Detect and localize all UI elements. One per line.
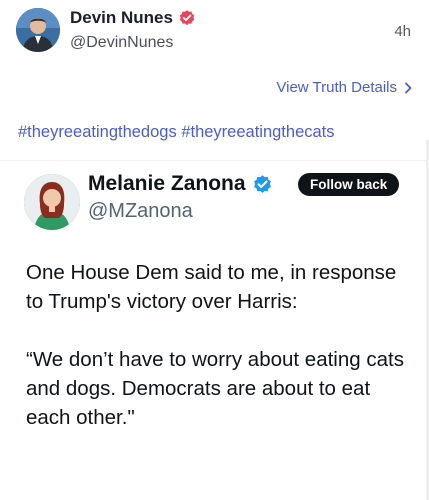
verified-badge-icon [179, 10, 195, 26]
view-truth-details-link[interactable]: View Truth Details [276, 79, 413, 96]
avatar[interactable] [16, 8, 60, 52]
hashtag-link[interactable]: #theyreeatingthedogs [18, 123, 177, 141]
chevron-right-icon [405, 82, 412, 93]
embed-avatar-image [24, 174, 80, 230]
post-timestamp: 4h [394, 23, 411, 40]
post-header: Devin Nunes @DevinNunes 4h [0, 0, 429, 60]
embed-paragraph: “We don’t have to worry about eating cat… [26, 348, 404, 429]
follow-back-button[interactable]: Follow back [298, 173, 400, 196]
embed-author-name-row: Melanie Zanona [88, 172, 273, 196]
embed-paragraph: One House Dem said to me, in response to… [26, 261, 397, 313]
divider [0, 160, 429, 161]
embed-avatar[interactable] [24, 174, 80, 230]
author-name[interactable]: Devin Nunes [70, 8, 173, 28]
embed-author-name[interactable]: Melanie Zanona [88, 172, 246, 196]
view-truth-details-label: View Truth Details [276, 79, 397, 96]
embedded-post: Melanie Zanona Follow back @MZanona One … [0, 160, 429, 500]
hashtag-list: #theyreeatingthedogs #theyreeatingthecat… [18, 123, 335, 142]
embed-author-handle[interactable]: @MZanona [88, 200, 193, 223]
author-handle[interactable]: @DevinNunes [70, 34, 173, 52]
avatar-image [16, 8, 60, 52]
embed-post-text: One House Dem said to me, in response to… [26, 258, 416, 461]
hashtag-link[interactable]: #theyreeatingthecats [181, 123, 334, 141]
author-name-row: Devin Nunes [70, 8, 196, 28]
verified-badge-icon [253, 174, 271, 193]
